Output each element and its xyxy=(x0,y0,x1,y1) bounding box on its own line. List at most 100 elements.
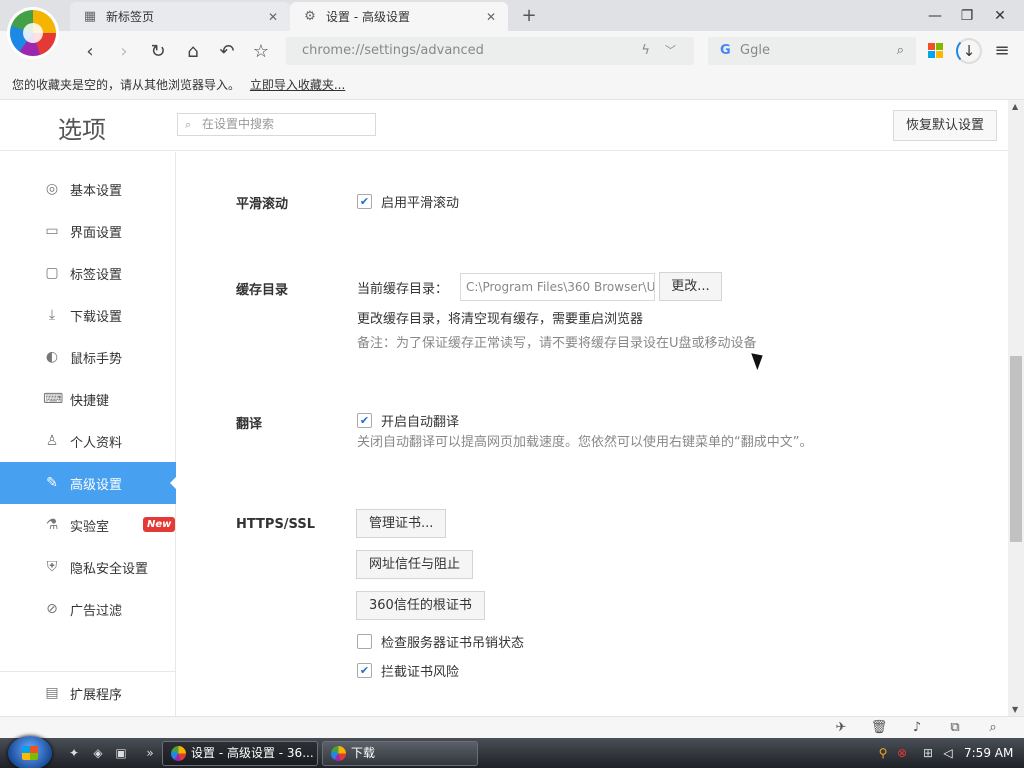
settings-search-input[interactable]: ⌕ 在设置中搜索 xyxy=(177,113,376,136)
sidebar-item-interface[interactable]: ▭ 界面设置 xyxy=(0,210,176,252)
translate-description: 关闭自动翻译可以提高网页加载速度。您依然可以使用右键菜单的“翻成中文”。 xyxy=(357,435,813,450)
block-cert-risk-checkbox[interactable]: ✔ 拦截证书风险 xyxy=(357,661,459,680)
trusted-root-certs-button[interactable]: 360信任的根证书 xyxy=(356,591,485,620)
sidebar-item-download[interactable]: ⤓ 下载设置 xyxy=(0,294,176,336)
volume-icon[interactable]: ◁ xyxy=(940,745,956,761)
cache-remark: 备注：为了保证缓存正常读写，请不要将缓存目录设在U盘或移动设备 xyxy=(357,336,757,351)
close-window-button[interactable]: ✕ xyxy=(985,4,1015,28)
menu-icon[interactable]: ≡ xyxy=(990,38,1014,64)
search-placeholder: Ggle xyxy=(740,43,770,58)
person-icon: ♙ xyxy=(45,433,59,449)
checkbox-label: 启用平滑滚动 xyxy=(381,195,460,211)
taskbar-item-settings[interactable]: 设置 - 高级设置 - 36... xyxy=(162,741,318,766)
favorite-star-icon[interactable]: ☆ xyxy=(249,39,273,63)
keyboard-icon: ⌨ xyxy=(43,391,64,407)
sidebar-item-label: 扩展程序 xyxy=(70,687,123,703)
sidebar-item-tabs[interactable]: ▢ 标签设置 xyxy=(0,252,176,294)
close-tab-icon[interactable]: ✕ xyxy=(264,10,282,24)
clock[interactable]: 7:59 AM xyxy=(964,738,1013,768)
new-tab-button[interactable]: + xyxy=(518,5,540,26)
close-tab-icon[interactable]: ✕ xyxy=(482,10,500,24)
sidebar-item-lab[interactable]: ⚗ 实验室 New xyxy=(0,504,176,546)
manage-certificates-button[interactable]: 管理证书... xyxy=(356,509,447,538)
tray-security-icon[interactable]: ⊗ xyxy=(894,745,910,761)
sidebar-item-extensions[interactable]: ▤ 扩展程序 xyxy=(0,672,176,714)
page-title: 选项 xyxy=(58,116,106,144)
vertical-scrollbar[interactable]: ▲ ▼ xyxy=(1008,100,1024,716)
scroll-up-icon[interactable]: ▲ xyxy=(1012,102,1018,111)
sidebar-item-profile[interactable]: ♙ 个人资料 xyxy=(0,420,176,462)
sidebar-item-label: 隐私安全设置 xyxy=(70,561,149,577)
lightning-icon[interactable]: ϟ xyxy=(641,37,650,65)
volume-icon[interactable]: ♪ xyxy=(908,719,926,737)
window-icon[interactable]: ⧉ xyxy=(946,719,964,737)
address-bar[interactable]: chrome://settings/advanced ϟ ﹀ xyxy=(286,37,694,65)
auto-translate-checkbox[interactable]: ✔ 开启自动翻译 xyxy=(357,411,459,430)
taskbar-item-label: 设置 - 高级设置 - 36... xyxy=(191,746,314,760)
sidebar-item-label: 个人资料 xyxy=(70,435,123,451)
forward-icon[interactable]: › xyxy=(112,39,136,63)
home-icon[interactable]: ⌂ xyxy=(181,39,205,63)
quick-launch-icon[interactable]: ◈ xyxy=(90,745,106,761)
sidebar-item-mouse-gesture[interactable]: ◐ 鼠标手势 xyxy=(0,336,176,378)
settings-content: 平滑滚动 ✔ 启用平滑滚动 缓存目录 当前缓存目录： C:\Program Fi… xyxy=(176,152,1008,716)
scrollbar-thumb[interactable] xyxy=(1010,356,1022,542)
search-icon[interactable]: ⌕ xyxy=(897,37,904,65)
smooth-scroll-title: 平滑滚动 xyxy=(236,197,289,212)
sidebar-item-shortcuts[interactable]: ⌨ 快捷键 xyxy=(0,378,176,420)
check-revocation-checkbox[interactable]: 检查服务器证书吊销状态 xyxy=(357,632,524,651)
restore-defaults-button[interactable]: 恢复默认设置 xyxy=(893,110,997,141)
site-trust-block-button[interactable]: 网址信任与阻止 xyxy=(356,550,474,579)
reload-icon[interactable]: ↻ xyxy=(146,39,170,63)
apps-icon[interactable] xyxy=(928,43,943,58)
download-icon[interactable]: ↓ xyxy=(956,38,982,64)
rocket-icon[interactable]: ✈ xyxy=(832,719,850,737)
start-button[interactable] xyxy=(8,736,52,768)
checkbox-checked-icon[interactable]: ✔ xyxy=(357,412,372,428)
chevron-down-icon[interactable]: ﹀ xyxy=(665,37,676,65)
show-desktop-icon[interactable]: ▣ xyxy=(113,745,129,761)
back-icon[interactable]: ‹ xyxy=(78,39,102,63)
quick-launch-icon[interactable]: ✦ xyxy=(66,745,82,761)
minimize-button[interactable]: — xyxy=(920,4,950,28)
translate-title: 翻译 xyxy=(236,417,263,432)
tab-new-tab[interactable]: ▦ 新标签页 ✕ xyxy=(70,2,290,31)
change-cache-button[interactable]: 更改... xyxy=(659,272,722,301)
sidebar-item-basic[interactable]: ◎ 基本设置 xyxy=(0,168,176,210)
maximize-button[interactable]: ❐ xyxy=(952,4,982,28)
download-icon: ⤓ xyxy=(48,307,56,323)
sidebar-item-privacy[interactable]: ⛨ 隐私安全设置 xyxy=(0,546,176,588)
browser-app-icon xyxy=(331,746,346,761)
tab-settings[interactable]: ⚙ 设置 - 高级设置 ✕ xyxy=(290,2,508,31)
sidebar-item-label: 实验室 xyxy=(70,519,110,535)
browser-logo-icon[interactable] xyxy=(10,10,56,56)
browser-app-icon xyxy=(171,746,186,761)
quick-launch-more-icon[interactable]: » xyxy=(142,745,158,761)
tab-label: 新标签页 xyxy=(106,10,155,24)
sidebar-item-label: 广告过滤 xyxy=(70,603,123,619)
checkbox-unchecked-icon[interactable] xyxy=(357,633,372,649)
tray-search-icon[interactable]: ⚲ xyxy=(875,745,891,761)
undo-close-icon[interactable]: ↶ xyxy=(215,39,239,63)
scroll-down-icon[interactable]: ▼ xyxy=(1012,705,1018,714)
trash-icon[interactable]: 🗑 xyxy=(870,719,888,737)
sidebar-item-advanced[interactable]: ✎ 高级设置 xyxy=(0,462,176,504)
network-icon[interactable]: ⊞ xyxy=(920,745,936,761)
sidebar-item-label: 下载设置 xyxy=(70,309,123,325)
window-icon: ▭ xyxy=(45,223,59,239)
os-taskbar: ✦ ◈ ▣ » 设置 - 高级设置 - 36... 下载 ⚲ ⊗ ⊞ ◁ 7:5… xyxy=(0,736,1024,768)
cache-path-field[interactable]: C:\Program Files\360 Browser\User Data\D… xyxy=(460,273,655,301)
sidebar-item-adblock[interactable]: ⊘ 广告过滤 xyxy=(0,588,176,630)
search-box[interactable]: G Ggle ⌕ xyxy=(708,37,916,65)
cache-title: 缓存目录 xyxy=(236,283,289,298)
zoom-icon[interactable]: ⌕ xyxy=(984,719,1002,737)
taskbar-item-download[interactable]: 下载 xyxy=(322,741,478,766)
import-bookmarks-link[interactable]: 立即导入收藏夹... xyxy=(250,78,345,92)
sidebar-item-label: 高级设置 xyxy=(70,477,123,493)
settings-page: 选项 ⌕ 在设置中搜索 恢复默认设置 ◎ 基本设置 ▭ 界面设置 ▢ 标签设置 … xyxy=(0,100,1008,716)
https-title: HTTPS/SSL xyxy=(236,517,315,532)
smooth-scroll-checkbox[interactable]: ✔ 启用平滑滚动 xyxy=(357,192,460,211)
checkbox-checked-icon[interactable]: ✔ xyxy=(357,662,372,678)
checkbox-checked-icon[interactable]: ✔ xyxy=(357,193,372,209)
search-engine-icon[interactable]: G xyxy=(720,37,731,65)
